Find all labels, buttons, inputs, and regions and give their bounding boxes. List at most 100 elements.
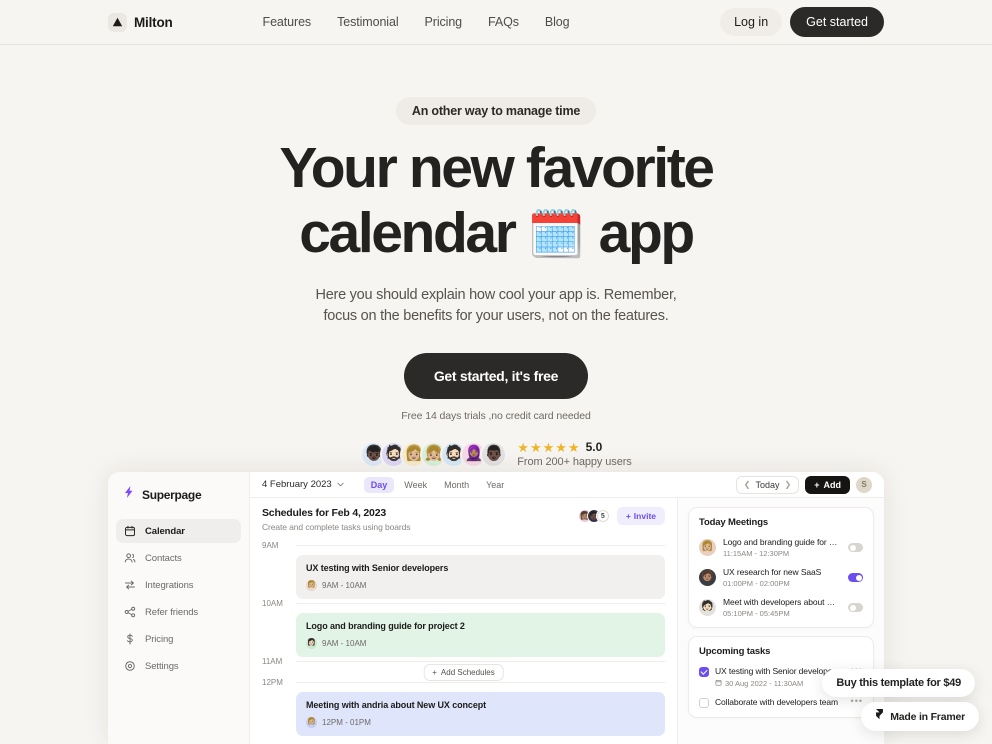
task-checkbox[interactable]: [699, 698, 709, 708]
star-icon: ★: [542, 439, 555, 455]
hero-subtitle: Here you should explain how cool your ap…: [0, 285, 992, 327]
calendar-event[interactable]: Logo and branding guide for project 2 👩🏻 9…: [296, 613, 665, 657]
page-title: Your new favorite calendar 🗓️ app: [0, 136, 992, 267]
avatar: 🧑🏻: [699, 599, 716, 616]
timeline-hour-label: 9AM: [262, 541, 279, 550]
buy-template-button[interactable]: Buy this template for $49: [822, 669, 975, 697]
calendar-event[interactable]: UX testing with Senior developers 👩🏼 9AM -…: [296, 555, 665, 599]
rating-value: 5.0: [585, 440, 603, 454]
add-schedules-button[interactable]: + Add Schedules: [423, 663, 504, 681]
made-in-framer-badge[interactable]: Made in Framer: [861, 702, 979, 731]
timeline-slot: 11AM + Add Schedules: [262, 657, 665, 681]
schedule-header: Schedules for Feb 4, 2023 Create and com…: [262, 507, 665, 532]
add-schedules-label: Add Schedules: [440, 667, 495, 677]
add-event-button[interactable]: + Add: [805, 475, 850, 494]
timeline-slot: 12PM Meeting with andria about New UX con…: [262, 678, 665, 736]
plus-icon: +: [625, 511, 631, 521]
timeline: 9AM UX testing with Senior developers 👩🏼 9A…: [262, 541, 665, 736]
meeting-row[interactable]: 👩🏼 Logo and branding guide for UX.. 11:15A…: [699, 537, 863, 558]
sidebar-item-settings[interactable]: Settings: [116, 654, 241, 678]
view-tab-week[interactable]: Week: [397, 477, 434, 493]
sidebar-item-pricing[interactable]: Pricing: [116, 627, 241, 651]
hero-section: An other way to manage time Your new fav…: [0, 44, 992, 468]
meeting-body: Logo and branding guide for UX.. 11:15AM …: [723, 537, 841, 558]
meeting-toggle[interactable]: [848, 603, 863, 612]
calendar-event-meta: 👩🏼 12PM - 01PM: [306, 717, 655, 728]
landing-page: Milton Features Testimonial Pricing FAQs…: [0, 0, 992, 744]
app-logo-name: Superpage: [142, 487, 202, 502]
meeting-toggle[interactable]: [848, 543, 863, 552]
meeting-row[interactable]: 🧑🏻 Meet with developers about UI... 05:10P…: [699, 597, 863, 618]
sidebar-item-label: Pricing: [145, 633, 174, 645]
next-day-icon[interactable]: ❯: [785, 480, 792, 489]
sidebar-item-contacts[interactable]: Contacts: [116, 546, 241, 570]
nav-link-pricing[interactable]: Pricing: [425, 15, 463, 29]
gear-icon: [124, 660, 136, 672]
hero-subtitle-line2: focus on the benefits for your users, no…: [323, 308, 669, 324]
calendar-event-time: 9AM - 10AM: [322, 639, 367, 648]
task-body: Collaborate with developers team: [715, 697, 845, 707]
app-logo[interactable]: Superpage: [116, 482, 241, 504]
avatar[interactable]: S: [856, 476, 872, 493]
app-body: Schedules for Feb 4, 2023 Create and com…: [250, 498, 884, 744]
top-navbar: Milton Features Testimonial Pricing FAQs…: [0, 0, 992, 44]
hero-eyebrow-badge: An other way to manage time: [395, 97, 597, 125]
nav-link-testimonial[interactable]: Testimonial: [337, 15, 399, 29]
view-tab-month[interactable]: Month: [437, 477, 476, 493]
meeting-body: UX research for new SaaS 01:00PM - 02:00P…: [723, 567, 841, 588]
schedule-actions: 👩🏽 🧑🏿 5 + Invite: [577, 507, 665, 525]
date-picker[interactable]: 4 February 2023: [262, 479, 344, 490]
sidebar-item-integrations[interactable]: Integrations: [116, 573, 241, 597]
dollar-icon: [124, 633, 136, 645]
nav-link-blog[interactable]: Blog: [545, 15, 570, 29]
nav-link-features[interactable]: Features: [263, 15, 312, 29]
view-tab-day[interactable]: Day: [363, 476, 395, 493]
task-row[interactable]: Collaborate with developers team •••: [699, 697, 863, 708]
meeting-row[interactable]: 🧑🏽 UX research for new SaaS 01:00PM - 02:0…: [699, 567, 863, 588]
brand-logo[interactable]: Milton: [108, 12, 173, 32]
sidebar-item-refer-friends[interactable]: Refer friends: [116, 600, 241, 624]
login-button[interactable]: Log in: [720, 8, 783, 36]
nav-actions: Log in Get started: [720, 7, 884, 37]
calendar-event[interactable]: Meeting with andria about New UX concept…: [296, 692, 665, 736]
rating-block: ★ ★ ★ ★ ★ 5.0 From 200+ happy users: [517, 440, 631, 468]
triangle-logo-icon: [108, 12, 127, 32]
sidebar-item-calendar[interactable]: Calendar: [116, 519, 241, 543]
timeline-slot: 9AM UX testing with Senior developers 👩🏼 9A…: [262, 541, 665, 599]
meeting-title: Meet with developers about UI...: [723, 597, 841, 607]
today-nav[interactable]: ❮ Today ❯: [735, 475, 800, 494]
app-main: 4 February 2023 Day Week Month Year ❮ Today…: [250, 472, 884, 744]
star-icon: ★: [529, 439, 542, 455]
nav-links: Features Testimonial Pricing FAQs Blog: [263, 15, 570, 29]
star-rating: ★ ★ ★ ★ ★ 5.0: [517, 440, 631, 454]
task-menu-icon[interactable]: •••: [851, 697, 863, 706]
meeting-time: 05:10PM - 05:45PM: [723, 609, 790, 618]
prev-day-icon[interactable]: ❮: [744, 480, 751, 489]
task-checkbox[interactable]: [699, 667, 709, 677]
avatar-stack: 👦🏿 🧔🏻 👩🏼 👧🏼 🧔🏻 🧕🏽 👨🏿: [360, 440, 508, 468]
timeline-slot: 10AM Logo and branding guide for project …: [262, 599, 665, 657]
today-label: Today: [755, 479, 780, 490]
meeting-time: 01:00PM - 02:00PM: [723, 579, 790, 588]
sidebar-item-label: Calendar: [145, 525, 185, 537]
calendar-event-time: 12PM - 01PM: [322, 718, 371, 727]
plus-icon: +: [432, 667, 437, 677]
nav-link-faqs[interactable]: FAQs: [488, 15, 519, 29]
calendar-event-title: UX testing with Senior developers: [306, 563, 449, 573]
invite-button[interactable]: + Invite: [616, 507, 665, 525]
calendar-event-title: Meeting with andria about New UX concept: [306, 700, 487, 710]
get-started-button[interactable]: Get started: [790, 7, 884, 37]
hero-subtitle-line1: Here you should explain how cool your ap…: [315, 287, 677, 303]
add-schedules-row: + Add Schedules: [262, 663, 665, 681]
meeting-toggle[interactable]: [848, 573, 863, 582]
view-tab-year[interactable]: Year: [479, 477, 511, 493]
timeline-divider: [296, 661, 665, 662]
upcoming-tasks-title: Upcoming tasks: [699, 646, 771, 657]
hero-cta-wrap: Get started, it's free Free 14 days tria…: [0, 353, 992, 422]
schedule-heading-text: Schedules for Feb 4, 2023 Create and com…: [262, 507, 410, 532]
hero-cta-button[interactable]: Get started, it's free: [403, 353, 589, 399]
timeline-divider: [296, 545, 665, 546]
member-avatars[interactable]: 👩🏽 🧑🏿 5: [577, 509, 610, 523]
sidebar-item-label: Integrations: [145, 579, 194, 591]
schedule-title: Schedules for Feb 4, 2023: [262, 507, 386, 519]
